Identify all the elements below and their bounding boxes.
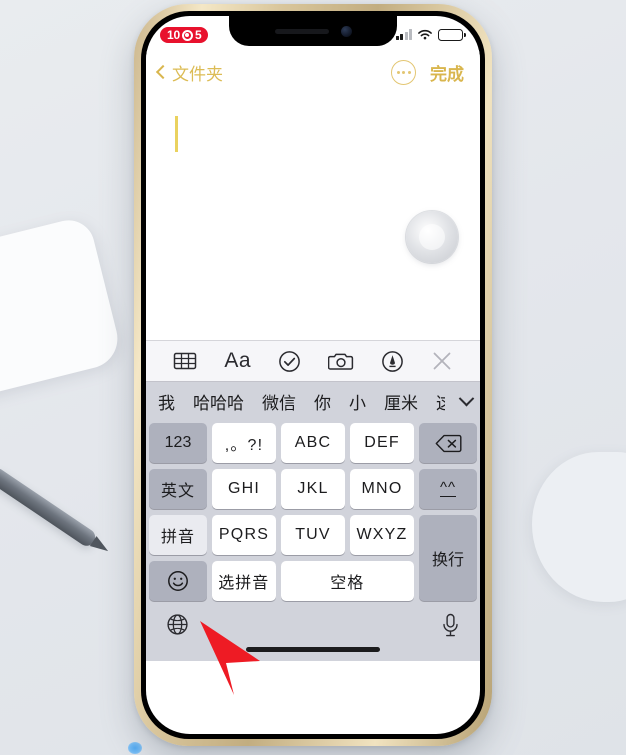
chevron-down-icon [458, 390, 475, 406]
chinese-keyboard: 我 哈哈哈 微信 你 小 厘米 这 123 ,。?! ABC DEF 英文 GH… [146, 382, 480, 695]
keyboard-row-4: 选拼音 空格 [149, 561, 414, 601]
key-space[interactable]: 空格 [280, 561, 414, 601]
key-punctuation[interactable]: ,。?! [212, 423, 276, 463]
key-def[interactable]: DEF [350, 423, 414, 463]
return-key[interactable]: 换行 [419, 515, 477, 601]
wifi-icon [418, 29, 432, 39]
key-pinyin-mode[interactable]: 拼音 [149, 515, 207, 555]
desk-object-right [532, 452, 626, 602]
done-button[interactable]: 完成 [430, 60, 464, 85]
cellular-signal-icon [395, 29, 412, 40]
assistive-touch-button[interactable] [406, 211, 458, 263]
notes-format-toolbar: Aa [146, 340, 480, 382]
phone-screen: 10:5 10 5 [146, 16, 480, 734]
screen-recording-badge[interactable]: 10:5 10 5 [160, 27, 209, 43]
keyboard-grid: 123 ,。?! ABC DEF 英文 GHI JKL MNO 拼音 PQRS … [146, 420, 480, 607]
note-editor-body[interactable] [146, 94, 480, 340]
text-caret [175, 116, 178, 152]
record-dot-icon [181, 29, 193, 41]
more-ellipsis-icon[interactable] [391, 59, 416, 85]
key-select-pinyin[interactable]: 选拼音 [212, 561, 276, 601]
status-bar: 10:5 10 5 [146, 16, 480, 50]
key-ghi[interactable]: GHI [212, 469, 276, 509]
key-mno[interactable]: MNO [350, 469, 414, 509]
candidate-item[interactable]: 厘米 [384, 389, 418, 414]
keyboard-right-column: ^^ 换行 [419, 423, 477, 607]
keyboard-bottom-bar [146, 607, 480, 695]
key-wxyz[interactable]: WXYZ [350, 515, 414, 555]
text-format-icon[interactable]: Aa [224, 349, 251, 373]
globe-language-icon[interactable] [166, 613, 189, 641]
markup-pen-icon[interactable] [381, 350, 404, 373]
symbols-key[interactable]: ^^ [419, 469, 477, 509]
camera-icon[interactable] [327, 351, 354, 372]
key-123[interactable]: 123 [149, 423, 207, 463]
key-english-mode[interactable]: 英文 [149, 469, 207, 509]
chevron-left-icon [155, 64, 171, 80]
back-button[interactable]: 文件夹 [155, 60, 223, 85]
candidate-item[interactable]: 哈哈哈 [193, 389, 244, 414]
nav-right-actions: 完成 [391, 59, 464, 85]
candidate-item[interactable]: 小 [349, 389, 366, 414]
desk-notebook [0, 214, 124, 400]
keyboard-main-keys: 123 ,。?! ABC DEF 英文 GHI JKL MNO 拼音 PQRS … [149, 423, 414, 607]
status-icons [395, 28, 466, 41]
back-button-label: 文件夹 [172, 64, 223, 84]
table-icon[interactable] [173, 351, 197, 371]
key-abc[interactable]: ABC [281, 423, 345, 463]
checklist-icon[interactable] [278, 350, 301, 373]
expand-candidates-button[interactable] [455, 390, 475, 407]
candidate-item[interactable]: 我 [158, 389, 175, 414]
battery-icon [438, 28, 466, 41]
key-tuv[interactable]: TUV [281, 515, 345, 555]
desk-pen [0, 467, 99, 550]
keyboard-row-1: 123 ,。?! ABC DEF [149, 423, 414, 463]
backspace-key[interactable] [419, 423, 477, 463]
candidate-item[interactable]: 微信 [262, 389, 296, 414]
desk-scene: 10:5 10 5 [0, 0, 626, 755]
navigation-bar: 文件夹 完成 [146, 50, 480, 94]
candidate-item-clipped[interactable]: 这 [436, 389, 445, 414]
phone-bezel: 10:5 10 5 [141, 11, 485, 739]
candidate-item[interactable]: 你 [314, 389, 331, 414]
key-jkl[interactable]: JKL [281, 469, 345, 509]
home-indicator[interactable] [246, 647, 380, 652]
desk-blue-dot [128, 742, 142, 754]
keyboard-row-2: 英文 GHI JKL MNO [149, 469, 414, 509]
symbols-key-label: ^^ [439, 479, 457, 497]
predictive-candidates-bar: 我 哈哈哈 微信 你 小 厘米 这 [146, 382, 480, 420]
emoji-icon[interactable] [149, 561, 207, 601]
keyboard-row-3: 拼音 PQRS TUV WXYZ [149, 515, 414, 555]
microphone-icon[interactable] [441, 613, 460, 643]
key-pqrs[interactable]: PQRS [212, 515, 276, 555]
close-icon[interactable] [431, 350, 453, 372]
iphone-device: 10:5 10 5 [134, 4, 492, 746]
